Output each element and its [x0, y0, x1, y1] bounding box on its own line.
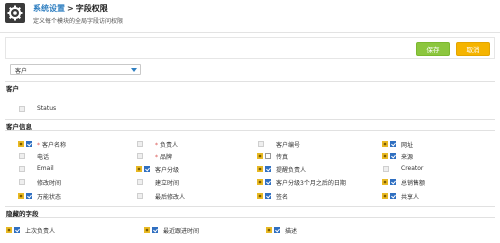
field-source-checkbox[interactable] — [390, 153, 396, 159]
field-label: Status — [37, 105, 57, 112]
visible-eye-icon — [266, 226, 274, 234]
module-select[interactable]: 客户 — [10, 64, 141, 75]
field-label: 网址 — [401, 142, 414, 149]
field-label: 签名 — [276, 194, 289, 201]
field-email-checkbox[interactable] — [19, 166, 25, 172]
field-label: 总销售额 — [401, 180, 426, 187]
field-label: 建立时间 — [155, 180, 180, 187]
field-last-follow-time-checkbox[interactable] — [152, 227, 158, 233]
field-label: 上次负责人 — [25, 228, 56, 235]
chevron-down-icon — [131, 68, 137, 72]
visible-eye-icon — [18, 140, 26, 148]
field-customer-no-checkbox[interactable] — [258, 141, 264, 147]
page-title: 字段权限 — [75, 4, 108, 13]
visible-eye-icon — [6, 226, 14, 234]
section-divider — [5, 81, 495, 82]
field-label: 传真 — [276, 154, 289, 161]
visible-eye-icon — [382, 192, 390, 200]
field-label: 电话 — [37, 154, 50, 161]
breadcrumb-separator: > — [67, 4, 74, 13]
field-signature-checkbox[interactable] — [265, 193, 271, 199]
module-select-value: 客户 — [15, 68, 28, 75]
field-customer-name-checkbox[interactable] — [26, 141, 32, 147]
settings-gear-icon — [5, 3, 25, 23]
field-co-owner-checkbox[interactable] — [390, 193, 396, 199]
field-website-checkbox[interactable] — [390, 141, 396, 147]
breadcrumb-system-settings-link[interactable]: 系统设置 — [33, 4, 65, 13]
visible-eye-icon — [136, 165, 144, 173]
visible-eye-icon — [18, 192, 26, 200]
visible-eye-icon — [382, 140, 390, 148]
field-fax-checkbox[interactable] — [265, 153, 271, 159]
field-label: 最后修改人 — [155, 194, 186, 201]
visible-eye-icon — [382, 152, 390, 160]
visible-eye-icon — [144, 226, 152, 234]
visible-eye-icon — [257, 192, 265, 200]
field-label: 客户分级3个月之后的日期 — [276, 180, 346, 187]
section-divider — [5, 206, 495, 207]
field-label: 最近跟进时间 — [163, 228, 200, 235]
field-label: 负责人 — [160, 142, 179, 149]
field-owner-checkbox[interactable] — [137, 141, 143, 147]
field-label: 客户分级 — [155, 167, 180, 174]
field-last-modifier-checkbox[interactable] — [137, 193, 143, 199]
field-sales-director-checkbox[interactable] — [390, 179, 396, 185]
field-modified-time-checkbox[interactable] — [19, 179, 25, 185]
field-created-time-checkbox[interactable] — [137, 179, 143, 185]
field-creator-checkbox[interactable] — [383, 166, 389, 172]
action-toolbar: 保存 取消 — [5, 37, 495, 59]
field-level-after-3months-checkbox[interactable] — [265, 179, 271, 185]
visible-eye-icon — [257, 152, 265, 160]
field-brand-checkbox[interactable] — [137, 153, 143, 159]
section-divider — [5, 217, 495, 218]
field-label: 描述 — [285, 228, 298, 235]
section-title-customer: 客户 — [6, 85, 19, 93]
field-label: 提醒负责人 — [276, 167, 307, 174]
visible-eye-icon — [382, 178, 390, 186]
header-divider — [0, 32, 500, 33]
field-label: 品牌 — [160, 154, 173, 161]
visible-eye-icon — [257, 165, 265, 173]
page-header: 系统设置 > 字段权限 定义每个模块的全局字段访问权限 — [0, 0, 500, 33]
field-status-checkbox[interactable] — [19, 106, 25, 112]
field-label: 客户名称 — [42, 142, 67, 149]
breadcrumb: 系统设置 > 字段权限 — [33, 3, 108, 14]
field-label: 万能状态 — [37, 194, 62, 201]
field-customer-level-checkbox[interactable] — [144, 166, 150, 172]
field-universal-status-checkbox[interactable] — [26, 193, 32, 199]
save-button[interactable]: 保存 — [416, 42, 450, 56]
visible-eye-icon — [257, 178, 265, 186]
cancel-button[interactable]: 取消 — [456, 42, 490, 56]
field-description-checkbox[interactable] — [274, 227, 280, 233]
field-phone-checkbox[interactable] — [19, 153, 25, 159]
section-divider — [5, 119, 495, 120]
field-prev-owner-checkbox[interactable] — [14, 227, 20, 233]
page-subtitle: 定义每个模块的全局字段访问权限 — [33, 18, 124, 25]
field-label: 客户编号 — [276, 142, 301, 149]
field-label: 共享人 — [401, 194, 420, 201]
field-reminder-owner-checkbox[interactable] — [265, 166, 271, 172]
field-label: Email — [37, 165, 54, 172]
field-label: 修改时间 — [37, 180, 62, 187]
field-label: Creator — [401, 165, 424, 172]
field-label: 来源 — [401, 154, 414, 161]
section-divider — [5, 130, 495, 131]
